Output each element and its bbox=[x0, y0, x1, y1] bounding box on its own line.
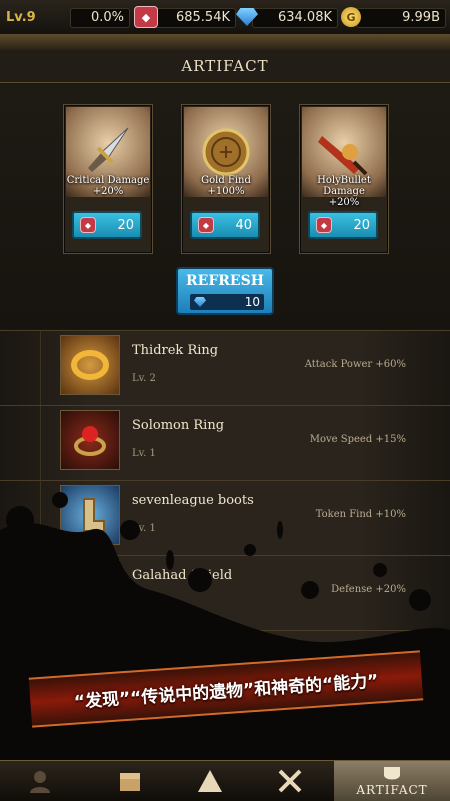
tent-icon bbox=[198, 770, 222, 792]
gem-icon: ◆ bbox=[316, 217, 332, 233]
gem-icon[interactable]: ◆ bbox=[134, 6, 158, 28]
artifact-stat: Token Find +10% bbox=[315, 509, 406, 520]
gem-count: 685.54K bbox=[175, 9, 230, 25]
artifact-name: Mistilteinn bbox=[132, 643, 204, 658]
player-level: Lv.9 bbox=[6, 9, 36, 25]
row-divider bbox=[40, 331, 41, 405]
artifact-level: Lv. 2 bbox=[132, 373, 156, 384]
artifact-name: Solomon Ring bbox=[132, 418, 225, 433]
hero-icon bbox=[30, 771, 50, 793]
gold-ring-icon bbox=[60, 335, 120, 395]
progress-percent: 0.0% bbox=[90, 9, 124, 25]
gem-icon: ◆ bbox=[198, 217, 214, 233]
diamond-icon bbox=[194, 297, 206, 307]
offer-card-holybullet-damage[interactable]: HolyBullet Damage +20% ◆ 20 bbox=[299, 104, 389, 254]
boots-icon bbox=[60, 485, 120, 545]
row-divider bbox=[40, 556, 41, 630]
list-item[interactable]: sevenleague boots Lv. 1 Token Find +10% bbox=[0, 480, 450, 555]
artifact-name: sevenleague boots bbox=[132, 493, 254, 508]
offer-name: HolyBullet Damage +20% bbox=[317, 175, 371, 208]
artifact-level: Lv. bbox=[132, 598, 147, 609]
tab-shop[interactable] bbox=[90, 761, 170, 801]
shield-icon bbox=[60, 560, 120, 620]
tab-artifact[interactable]: ARTIFACT bbox=[334, 761, 450, 801]
tab-camp[interactable] bbox=[170, 761, 250, 801]
promo-text: “发现”“传说中的遗物”和神奇的“能力” bbox=[73, 670, 380, 713]
artifact-name: Galahad Shield bbox=[132, 568, 233, 583]
tab-artifact-label: ARTIFACT bbox=[356, 783, 428, 797]
offer-card-critical-damage[interactable]: Critical Damage +20% ◆ 20 bbox=[63, 104, 153, 254]
crossed-swords-icon bbox=[278, 769, 302, 793]
ruby-ring-icon bbox=[60, 410, 120, 470]
page-title: ARTIFACT bbox=[181, 57, 269, 75]
row-divider bbox=[40, 481, 41, 555]
refresh-cost: 10 bbox=[190, 294, 264, 310]
artifact-name: Argon Coin bbox=[132, 718, 207, 733]
list-item[interactable]: Solomon Ring Lv. 1 Move Speed +15% bbox=[0, 405, 450, 480]
status-bar: Lv.9 0.0% ◆ 685.54K 634.08K G 9.99B bbox=[0, 0, 450, 35]
tab-weapons[interactable] bbox=[250, 761, 330, 801]
refresh-button[interactable]: REFRESH 10 bbox=[176, 267, 274, 315]
gem-icon: ◆ bbox=[80, 217, 96, 233]
buy-button[interactable]: ◆ 40 bbox=[190, 211, 260, 239]
refresh-label: REFRESH bbox=[186, 273, 264, 289]
buy-button[interactable]: ◆ 20 bbox=[72, 211, 142, 239]
artifact-stat: Gold Find +40% bbox=[322, 734, 406, 745]
diamond-count: 634.08K bbox=[277, 9, 332, 25]
diamond-icon[interactable] bbox=[236, 7, 258, 27]
list-item[interactable]: Galahad Shield Lv. Defense +20% bbox=[0, 555, 450, 630]
buy-button[interactable]: ◆ 20 bbox=[308, 211, 378, 239]
row-divider bbox=[40, 406, 41, 480]
artifact-offers: Critical Damage +20% ◆ 20 Gold Find +100% ◆… bbox=[0, 84, 450, 329]
artifact-stat: Move Speed +15% bbox=[309, 434, 406, 445]
tab-hero[interactable] bbox=[0, 761, 80, 801]
offer-card-gold-find[interactable]: Gold Find +100% ◆ 40 bbox=[181, 104, 271, 254]
artifact-stat: Attack Power +60% bbox=[304, 359, 406, 370]
title-band: ARTIFACT bbox=[0, 50, 450, 83]
offer-name: Critical Damage +20% bbox=[66, 175, 150, 197]
bottom-nav: ARTIFACT bbox=[0, 760, 450, 801]
list-item[interactable]: Thidrek Ring Lv. 2 Attack Power +60% bbox=[0, 330, 450, 405]
artifact-stat: Defense +20% bbox=[331, 584, 406, 595]
artifact-level: Lv. 1 bbox=[132, 448, 156, 459]
gold-count: 9.99B bbox=[402, 9, 440, 25]
artifact-level: Lv. 1 bbox=[132, 523, 156, 534]
artifact-name: Thidrek Ring bbox=[132, 343, 219, 358]
chest-icon bbox=[120, 773, 140, 791]
gold-coin-icon[interactable]: G bbox=[341, 7, 361, 27]
offer-name: Gold Find +100% bbox=[201, 175, 251, 197]
header-ornament bbox=[0, 34, 450, 51]
